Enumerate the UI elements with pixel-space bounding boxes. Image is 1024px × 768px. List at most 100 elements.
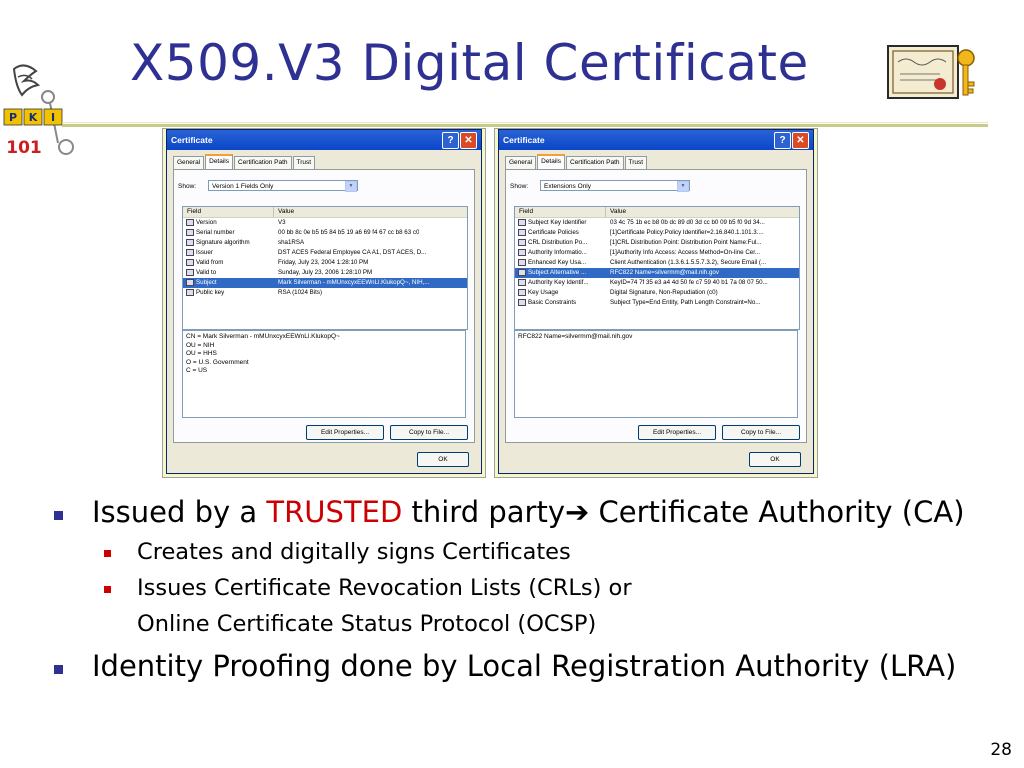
certificate-field-icon [186, 259, 194, 266]
dialog-title: Certificate [503, 135, 545, 145]
field-list[interactable]: Field Value Version V3 Serial number 00 bb … [182, 206, 468, 330]
bullet-text: third party [402, 495, 565, 529]
bullet-issued-by: Issued by a TRUSTED third party➔ Certifi… [52, 495, 1022, 539]
tab-general[interactable]: General [505, 156, 537, 169]
tab-certification-path[interactable]: Certification Path [234, 156, 292, 169]
dialog-titlebar[interactable]: Certificate ? ✕ [167, 130, 481, 150]
edit-properties-button[interactable]: Edit Properties... [638, 425, 716, 440]
details-panel: Show: Extensions Only ▼ Field Value Subj… [505, 169, 807, 443]
column-header-field[interactable]: Field [183, 207, 274, 217]
row-value: Sunday, July 23, 2006 1:28:10 PM [278, 269, 373, 276]
sub-bullet-marker [104, 550, 111, 557]
table-row[interactable]: Basic Constraints Subject Type=End Entity… [515, 298, 799, 308]
logo-number: 101 [6, 138, 42, 158]
table-row[interactable]: Version V3 [183, 218, 467, 228]
detail-textbox[interactable]: RFC822 Name=silvermm@mail.nih.gov [514, 330, 798, 418]
chevron-down-icon[interactable]: ▼ [345, 181, 357, 192]
help-icon[interactable]: ? [774, 132, 791, 149]
chevron-down-icon[interactable]: ▼ [677, 181, 689, 192]
hhs-eagle-icon [12, 64, 41, 97]
show-select[interactable]: Extensions Only ▼ [540, 180, 690, 192]
copy-to-file-button[interactable]: Copy to File... [390, 425, 468, 440]
certificate-field-icon [518, 299, 526, 306]
detail-line: O = U.S. Government [186, 358, 249, 366]
logo-letter-k: K [29, 111, 38, 124]
ok-button[interactable]: OK [749, 452, 801, 467]
table-row[interactable]: Enhanced Key Usa... Client Authentication… [515, 258, 799, 268]
detail-line: OU = NIH [186, 341, 215, 349]
table-row[interactable]: Subject Mark Silverman - mMUnxcyxEEWnLl.K… [183, 278, 467, 288]
table-row[interactable]: Valid from Friday, July 23, 2004 1:28:10 … [183, 258, 467, 268]
bullet-list: Issued by a TRUSTED third party➔ Certifi… [52, 495, 1022, 693]
show-label: Show: [178, 183, 197, 190]
table-row[interactable]: Authority Key Identif... KeyID=74 7f 35 e… [515, 278, 799, 288]
copy-to-file-button[interactable]: Copy to File... [722, 425, 800, 440]
certificate-field-icon [186, 289, 194, 296]
show-select-value: Extensions Only [544, 183, 591, 190]
table-row[interactable]: CRL Distribution Po... [1]CRL Distributio… [515, 238, 799, 248]
detail-line: C = US [186, 367, 208, 374]
dialog-title: Certificate [171, 135, 213, 145]
tab-details[interactable]: Details [537, 154, 565, 170]
page-number: 28 [990, 740, 1012, 760]
detail-textbox[interactable]: CN = Mark Silverman - mMUnxcyxEEWnLl.Klu… [182, 330, 466, 418]
title-rule-highlight [62, 122, 988, 123]
row-field: Public key [196, 289, 225, 296]
table-row[interactable]: Subject Key Identifier 03 4c 75 1b ec b8 … [515, 218, 799, 228]
table-row[interactable]: Key Usage Digital Signature, Non-Repudiat… [515, 288, 799, 298]
row-value: RFC822 Name=silvermm@mail.nih.gov [610, 269, 719, 276]
table-row[interactable]: Public key RSA (1024 Bits) [183, 288, 467, 298]
bullet-identity-proofing: Identity Proofing done by Local Registra… [52, 649, 1022, 693]
ok-button[interactable]: OK [417, 452, 469, 467]
details-panel: Show: Version 1 Fields Only ▼ Field Valu… [173, 169, 475, 443]
detail-line: RFC822 Name=silvermm@mail.nih.gov [518, 333, 633, 340]
table-row[interactable]: Issuer DST ACES Federal Employee CA A1, D… [183, 248, 467, 258]
column-header-field[interactable]: Field [515, 207, 606, 217]
certificate-field-icon [518, 269, 526, 276]
list-header: Field Value [183, 207, 467, 218]
row-value: Mark Silverman - mMUnxcyxEEWnLl.KlukopQ~… [278, 279, 430, 286]
show-select-value: Version 1 Fields Only [212, 183, 274, 190]
bullet-text: Certificate Authority (CA) [589, 495, 965, 529]
sub-bullet-text: Issues Certificate Revocation Lists (CRL… [137, 575, 632, 601]
edit-properties-button[interactable]: Edit Properties... [306, 425, 384, 440]
close-icon[interactable]: ✕ [460, 132, 477, 149]
logo-letter-i: I [51, 111, 55, 124]
sub-bullet-marker [104, 586, 111, 593]
row-field: Signature algorithm [196, 239, 250, 246]
table-row[interactable]: Subject Alternative ... RFC822 Name=silve… [515, 268, 799, 278]
help-icon[interactable]: ? [442, 132, 459, 149]
row-field: Valid from [196, 259, 224, 266]
show-select[interactable]: Version 1 Fields Only ▼ [208, 180, 358, 192]
column-header-value[interactable]: Value [606, 207, 626, 217]
row-field: Enhanced Key Usa... [528, 259, 587, 266]
certificate-field-icon [186, 249, 194, 256]
row-field: Certificate Policies [528, 229, 579, 236]
certificate-field-icon [518, 279, 526, 286]
tab-trust[interactable]: Trust [624, 156, 648, 169]
close-icon[interactable]: ✕ [792, 132, 809, 149]
table-row[interactable]: Certificate Policies [1]Certificate Polic… [515, 228, 799, 238]
tab-details[interactable]: Details [205, 154, 233, 170]
certificate-field-icon [518, 249, 526, 256]
field-list[interactable]: Field Value Subject Key Identifier 03 4c … [514, 206, 800, 330]
table-row[interactable]: Serial number 00 bb 8c 0e b5 b5 84 b5 19 … [183, 228, 467, 238]
certificate-field-icon [186, 269, 194, 276]
row-value: V3 [278, 219, 286, 226]
bullet-text: Identity Proofing done by Local Registra… [92, 649, 957, 683]
table-row[interactable]: Signature algorithm sha1RSA [183, 238, 467, 248]
tab-strip: General Details Certification Path Trust [505, 154, 648, 170]
sub-bullet-issues: Issues Certificate Revocation Lists (CRL… [52, 575, 1022, 611]
tab-certification-path[interactable]: Certification Path [566, 156, 624, 169]
table-row[interactable]: Valid to Sunday, July 23, 2006 1:28:10 PM [183, 268, 467, 278]
tab-trust[interactable]: Trust [292, 156, 316, 169]
tab-general[interactable]: General [173, 156, 205, 169]
certificate-field-icon [518, 229, 526, 236]
column-header-value[interactable]: Value [274, 207, 294, 217]
sub-bullet-text: Creates and digitally signs Certificates [137, 539, 571, 565]
row-field: Subject Key Identifier [528, 219, 587, 226]
table-row[interactable]: Authority Informatio... [1]Authority Info… [515, 248, 799, 258]
pki-101-logo: P K I 101 [0, 55, 80, 165]
certificate-illustration-icon [882, 40, 980, 102]
dialog-titlebar[interactable]: Certificate ? ✕ [499, 130, 813, 150]
